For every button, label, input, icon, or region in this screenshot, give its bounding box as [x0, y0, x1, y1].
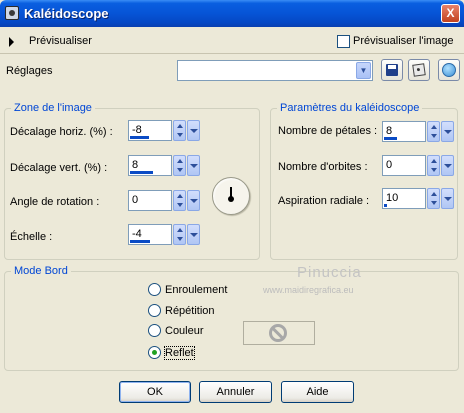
vertical-offset-input[interactable]: 8: [128, 155, 172, 176]
horizontal-offset-level: [130, 136, 149, 139]
chevron-down-icon[interactable]: [187, 155, 200, 176]
stepper-arrows-icon[interactable]: [173, 224, 186, 245]
watermark-name: Pinuccia: [297, 264, 362, 281]
scale-spinner[interactable]: -4: [128, 224, 200, 245]
watermark-url: www.maidiregrafica.eu: [263, 285, 354, 295]
radial-suction-level: [384, 204, 387, 207]
radial-suction-value: 10: [386, 192, 399, 204]
preview-image-label[interactable]: Prévisualiser l'image: [353, 35, 454, 47]
chevron-down-icon[interactable]: [441, 155, 454, 176]
radio-reflect[interactable]: [148, 346, 161, 359]
chevron-down-icon[interactable]: [441, 188, 454, 209]
petal-count-input[interactable]: 8: [382, 121, 426, 142]
preview-toggle-label[interactable]: Prévisualiser: [29, 35, 92, 47]
radio-repeat[interactable]: [148, 304, 161, 317]
zone-group-title: Zone de l'image: [11, 102, 95, 114]
scale-input[interactable]: -4: [128, 224, 172, 245]
radial-suction-spinner[interactable]: 10: [382, 188, 454, 209]
rotation-angle-label: Angle de rotation :: [10, 196, 100, 208]
chevron-down-icon[interactable]: [441, 121, 454, 142]
vertical-offset-spinner[interactable]: 8: [128, 155, 200, 176]
vertical-offset-label: Décalage vert. (%) :: [10, 162, 108, 174]
stepper-arrows-icon[interactable]: [427, 155, 440, 176]
stepper-arrows-icon[interactable]: [427, 121, 440, 142]
orbit-count-input[interactable]: 0: [382, 155, 426, 176]
horizontal-offset-label: Décalage horiz. (%) :: [10, 126, 113, 138]
orbit-count-value: 0: [386, 159, 393, 171]
petal-count-label: Nombre de pétales :: [278, 125, 378, 137]
scale-value: -4: [132, 228, 142, 240]
rotation-dial[interactable]: [212, 177, 250, 215]
reset-button[interactable]: [438, 59, 460, 81]
horizontal-offset-spinner[interactable]: -8: [128, 120, 200, 141]
radio-wrap[interactable]: [148, 283, 161, 296]
scale-label: Échelle :: [10, 231, 53, 243]
dial-center-icon: [228, 196, 234, 202]
radio-reflect-label[interactable]: Reflet: [164, 346, 195, 360]
edge-mode-group: Mode Bord: [4, 265, 459, 371]
stepper-arrows-icon[interactable]: [173, 190, 186, 211]
presets-label: Réglages: [6, 65, 53, 77]
scale-level: [130, 240, 150, 243]
random-dice-icon: [412, 63, 426, 77]
app-icon: [5, 6, 19, 20]
horizontal-offset-input[interactable]: -8: [128, 120, 172, 141]
window-title: Kaléidoscope: [24, 6, 109, 21]
cancel-button[interactable]: Annuler: [199, 381, 272, 403]
orbit-count-label: Nombre d'orbites :: [278, 161, 368, 173]
stepper-arrows-icon[interactable]: [173, 155, 186, 176]
kaleidoscope-dialog: Kaléidoscope X Prévisualiser Prévisualis…: [0, 0, 464, 413]
radial-suction-input[interactable]: 10: [382, 188, 426, 209]
radio-wrap-label[interactable]: Enroulement: [165, 284, 227, 296]
rotation-angle-spinner[interactable]: 0: [128, 190, 200, 211]
title-bar: Kaléidoscope X: [0, 0, 464, 27]
radio-color[interactable]: [148, 324, 161, 337]
stepper-arrows-icon[interactable]: [173, 120, 186, 141]
reset-icon: [442, 63, 456, 77]
ok-button[interactable]: OK: [119, 381, 191, 403]
rotation-angle-value: 0: [132, 194, 139, 206]
randomize-button[interactable]: [408, 59, 430, 81]
preview-row: Prévisualiser Prévisualiser l'image: [0, 30, 464, 54]
params-group-title: Paramètres du kaléidoscope: [277, 102, 423, 114]
stepper-arrows-icon[interactable]: [427, 188, 440, 209]
edge-color-swatch[interactable]: [243, 321, 315, 345]
petal-count-level: [384, 137, 397, 140]
preview-image-checkbox[interactable]: [337, 35, 350, 48]
save-preset-button[interactable]: [381, 59, 403, 81]
chevron-down-icon[interactable]: [187, 224, 200, 245]
vertical-offset-level: [130, 171, 153, 174]
expand-arrow-icon[interactable]: [9, 37, 14, 47]
chevron-down-icon[interactable]: ▼: [356, 62, 371, 79]
orbit-count-spinner[interactable]: 0: [382, 155, 454, 176]
vertical-offset-value: 8: [132, 159, 139, 171]
petal-count-spinner[interactable]: 8: [382, 121, 454, 142]
presets-combo[interactable]: ▼: [177, 60, 373, 81]
save-disk-icon: [386, 64, 398, 76]
chevron-down-icon[interactable]: [187, 190, 200, 211]
radio-repeat-label[interactable]: Répétition: [165, 305, 215, 317]
close-button[interactable]: X: [441, 4, 460, 23]
edge-mode-group-title: Mode Bord: [11, 265, 71, 277]
no-sign-icon: [269, 324, 287, 342]
petal-count-value: 8: [386, 125, 393, 137]
radial-suction-label: Aspiration radiale :: [278, 195, 370, 207]
help-button[interactable]: Aide: [281, 381, 354, 403]
rotation-angle-input[interactable]: 0: [128, 190, 172, 211]
horizontal-offset-value: -8: [132, 124, 142, 136]
chevron-down-icon[interactable]: [187, 120, 200, 141]
radio-color-label[interactable]: Couleur: [165, 325, 204, 337]
